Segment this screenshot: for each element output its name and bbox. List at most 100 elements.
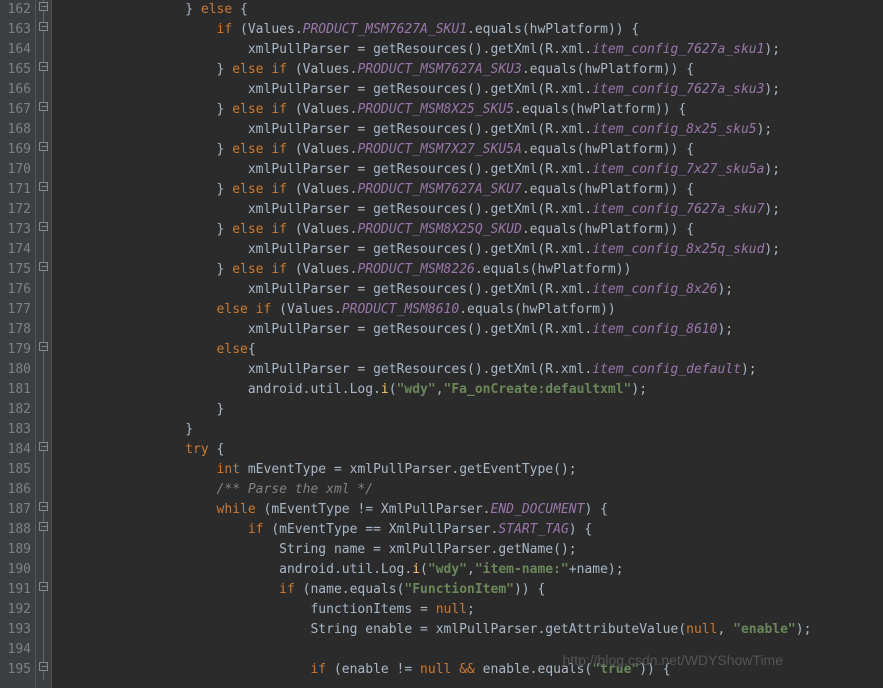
fold-cell[interactable]	[36, 20, 51, 40]
code-line[interactable]: functionItems = null;	[60, 600, 883, 620]
code-line[interactable]: } else if (Values.PRODUCT_MSM8X25_SKU5.e…	[60, 100, 883, 120]
line-number: 165	[2, 60, 31, 80]
fold-cell[interactable]	[36, 140, 51, 160]
fold-toggle-icon[interactable]	[39, 222, 48, 231]
code-line[interactable]: int mEventType = xmlPullParser.getEventT…	[60, 460, 883, 480]
line-number: 180	[2, 360, 31, 380]
line-number: 169	[2, 140, 31, 160]
code-line[interactable]: } else {	[60, 0, 883, 20]
fold-cell	[36, 300, 51, 320]
line-number-gutter: 1621631641651661671681691701711721731741…	[0, 0, 36, 688]
code-line[interactable]: } else if (Values.PRODUCT_MSM7627A_SKU7.…	[60, 180, 883, 200]
fold-toggle-icon[interactable]	[39, 662, 48, 671]
code-line[interactable]: xmlPullParser = getResources().getXml(R.…	[60, 320, 883, 340]
fold-toggle-icon[interactable]	[39, 2, 48, 11]
line-number: 190	[2, 560, 31, 580]
line-number: 166	[2, 80, 31, 100]
line-number: 186	[2, 480, 31, 500]
fold-toggle-icon[interactable]	[39, 502, 48, 511]
fold-cell[interactable]	[36, 180, 51, 200]
fold-toggle-icon[interactable]	[39, 142, 48, 151]
code-line[interactable]: else{	[60, 340, 883, 360]
fold-cell	[36, 620, 51, 640]
fold-cell[interactable]	[36, 340, 51, 360]
code-line[interactable]: xmlPullParser = getResources().getXml(R.…	[60, 120, 883, 140]
code-line[interactable]: if (enable != null && enable.equals("tru…	[60, 660, 883, 680]
code-line[interactable]: } else if (Values.PRODUCT_MSM8X25Q_SKUD.…	[60, 220, 883, 240]
code-line[interactable]: if (mEventType == XmlPullParser.START_TA…	[60, 520, 883, 540]
fold-cell[interactable]	[36, 60, 51, 80]
fold-toggle-icon[interactable]	[39, 342, 48, 351]
code-line[interactable]: xmlPullParser = getResources().getXml(R.…	[60, 160, 883, 180]
line-number: 191	[2, 580, 31, 600]
fold-cell[interactable]	[36, 660, 51, 680]
code-line[interactable]: android.util.Log.i("wdy","item-name:"+na…	[60, 560, 883, 580]
code-line[interactable]: if (name.equals("FunctionItem")) {	[60, 580, 883, 600]
line-number: 168	[2, 120, 31, 140]
fold-toggle-icon[interactable]	[39, 22, 48, 31]
line-number: 194	[2, 640, 31, 660]
line-number: 164	[2, 40, 31, 60]
line-number: 174	[2, 240, 31, 260]
fold-cell	[36, 460, 51, 480]
line-number: 176	[2, 280, 31, 300]
fold-toggle-icon[interactable]	[39, 102, 48, 111]
fold-toggle-icon[interactable]	[39, 182, 48, 191]
code-line[interactable]: xmlPullParser = getResources().getXml(R.…	[60, 200, 883, 220]
code-line[interactable]	[60, 640, 883, 660]
code-line[interactable]: String enable = xmlPullParser.getAttribu…	[60, 620, 883, 640]
line-number: 163	[2, 20, 31, 40]
code-line[interactable]: /** Parse the xml */	[60, 480, 883, 500]
fold-toggle-icon[interactable]	[39, 62, 48, 71]
line-number: 171	[2, 180, 31, 200]
fold-cell	[36, 380, 51, 400]
code-line[interactable]: } else if (Values.PRODUCT_MSM7X27_SKU5A.…	[60, 140, 883, 160]
code-area[interactable]: } else { if (Values.PRODUCT_MSM7627A_SKU…	[52, 0, 883, 688]
line-number: 178	[2, 320, 31, 340]
fold-toggle-icon[interactable]	[39, 262, 48, 271]
line-number: 188	[2, 520, 31, 540]
fold-toggle-icon[interactable]	[39, 522, 48, 531]
code-line[interactable]: }	[60, 400, 883, 420]
line-number: 177	[2, 300, 31, 320]
code-line[interactable]: android.util.Log.i("wdy","Fa_onCreate:de…	[60, 380, 883, 400]
code-line[interactable]: xmlPullParser = getResources().getXml(R.…	[60, 80, 883, 100]
code-line[interactable]: xmlPullParser = getResources().getXml(R.…	[60, 280, 883, 300]
code-editor[interactable]: 1621631641651661671681691701711721731741…	[0, 0, 883, 688]
line-number: 175	[2, 260, 31, 280]
fold-cell[interactable]	[36, 440, 51, 460]
code-line[interactable]: xmlPullParser = getResources().getXml(R.…	[60, 40, 883, 60]
line-number: 185	[2, 460, 31, 480]
fold-cell	[36, 600, 51, 620]
line-number: 193	[2, 620, 31, 640]
fold-cell[interactable]	[36, 260, 51, 280]
fold-cell[interactable]	[36, 580, 51, 600]
code-line[interactable]: xmlPullParser = getResources().getXml(R.…	[60, 360, 883, 380]
line-number: 173	[2, 220, 31, 240]
fold-toggle-icon[interactable]	[39, 442, 48, 451]
fold-gutter[interactable]	[36, 0, 52, 688]
code-line[interactable]: String name = xmlPullParser.getName();	[60, 540, 883, 560]
code-line[interactable]: }	[60, 420, 883, 440]
line-number: 170	[2, 160, 31, 180]
code-line[interactable]: } else if (Values.PRODUCT_MSM7627A_SKU3.…	[60, 60, 883, 80]
fold-toggle-icon[interactable]	[39, 582, 48, 591]
fold-cell[interactable]	[36, 220, 51, 240]
fold-cell[interactable]	[36, 520, 51, 540]
code-line[interactable]: } else if (Values.PRODUCT_MSM8226.equals…	[60, 260, 883, 280]
code-line[interactable]: while (mEventType != XmlPullParser.END_D…	[60, 500, 883, 520]
fold-cell	[36, 360, 51, 380]
code-line[interactable]: xmlPullParser = getResources().getXml(R.…	[60, 240, 883, 260]
fold-cell	[36, 400, 51, 420]
line-number: 172	[2, 200, 31, 220]
fold-cell[interactable]	[36, 100, 51, 120]
line-number: 189	[2, 540, 31, 560]
code-line[interactable]: else if (Values.PRODUCT_MSM8610.equals(h…	[60, 300, 883, 320]
line-number: 187	[2, 500, 31, 520]
line-number: 192	[2, 600, 31, 620]
fold-cell	[36, 540, 51, 560]
code-line[interactable]: if (Values.PRODUCT_MSM7627A_SKU1.equals(…	[60, 20, 883, 40]
line-number: 181	[2, 380, 31, 400]
code-line[interactable]: try {	[60, 440, 883, 460]
fold-cell	[36, 280, 51, 300]
